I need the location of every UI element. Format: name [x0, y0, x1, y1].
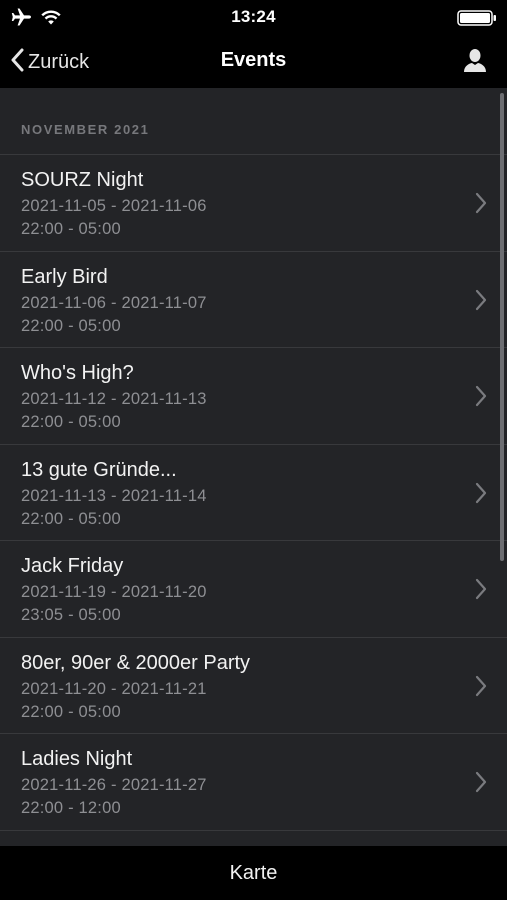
section-header: NOVEMBER 2021 — [21, 122, 150, 137]
status-time: 13:24 — [231, 7, 276, 26]
chevron-right-icon — [475, 289, 487, 316]
event-dates: 2021-11-12 - 2021-11-13 — [21, 390, 207, 408]
event-times: 22:00 - 05:00 — [21, 413, 121, 431]
chevron-right-icon — [475, 385, 487, 412]
event-row[interactable]: Early Bird 2021-11-06 - 2021-11-07 22:00 -… — [0, 252, 507, 348]
map-button[interactable]: Karte — [210, 856, 298, 891]
scrollbar[interactable] — [500, 93, 504, 561]
events-screen: 13:24 Zurück Events NOVEMBER 2021 SOURZ … — [0, 0, 507, 900]
event-title: Ladies Night — [21, 748, 133, 770]
event-row[interactable]: Who's High? 2021-11-12 - 2021-11-13 22:00 … — [0, 348, 507, 445]
event-list: SOURZ Night 2021-11-05 - 2021-11-06 22:00 … — [0, 154, 507, 831]
back-label: Zurück — [28, 50, 90, 73]
chevron-right-icon — [475, 771, 487, 798]
event-row[interactable]: Ladies Night 2021-11-26 - 2021-11-27 22:00… — [0, 734, 507, 831]
status-bar: 13:24 — [0, 0, 507, 36]
battery-icon — [457, 10, 497, 31]
event-title: 13 gute Gründe... — [21, 458, 177, 481]
event-title: Early Bird — [21, 265, 108, 288]
event-row[interactable]: 13 gute Gründe... 2021-11-13 - 2021-11-14… — [0, 445, 507, 541]
event-times: 22:00 - 05:00 — [21, 220, 121, 238]
event-title: SOURZ Night — [21, 169, 144, 191]
back-button[interactable]: Zurück — [10, 48, 89, 76]
chevron-left-icon — [10, 48, 24, 77]
events-list-container[interactable]: NOVEMBER 2021 SOURZ Night 2021-11-05 - 20… — [0, 88, 507, 846]
chevron-right-icon — [475, 192, 487, 219]
chevron-right-icon — [475, 578, 487, 605]
event-title: Who's High? — [21, 362, 134, 384]
event-times: 23:05 - 05:00 — [21, 606, 121, 624]
chevron-right-icon — [475, 482, 487, 509]
event-dates: 2021-11-05 - 2021-11-06 — [21, 197, 207, 215]
event-dates: 2021-11-19 - 2021-11-20 — [21, 583, 207, 601]
event-times: 22:00 - 05:00 — [21, 509, 121, 528]
event-row[interactable]: 80er, 90er & 2000er Party 2021-11-20 - 20… — [0, 638, 507, 734]
chevron-right-icon — [475, 675, 487, 702]
event-times: 22:00 - 12:00 — [21, 799, 121, 817]
event-title: 80er, 90er & 2000er Party — [21, 651, 251, 674]
event-times: 22:00 - 05:00 — [21, 316, 121, 335]
bottom-toolbar: Karte — [0, 846, 507, 900]
event-times: 22:00 - 05:00 — [21, 702, 121, 721]
event-row[interactable]: Jack Friday 2021-11-19 - 2021-11-20 23:05 … — [0, 541, 507, 638]
event-title: Jack Friday — [21, 555, 124, 577]
event-dates: 2021-11-13 - 2021-11-14 — [21, 486, 207, 505]
event-dates: 2021-11-20 - 2021-11-21 — [21, 679, 207, 698]
event-dates: 2021-11-06 - 2021-11-07 — [21, 293, 207, 312]
person-icon — [463, 49, 487, 78]
navigation-bar: Zurück Events — [0, 36, 507, 88]
profile-button[interactable] — [463, 48, 487, 79]
event-dates: 2021-11-26 - 2021-11-27 — [21, 776, 207, 794]
event-row[interactable]: SOURZ Night 2021-11-05 - 2021-11-06 22:00 … — [0, 155, 507, 252]
